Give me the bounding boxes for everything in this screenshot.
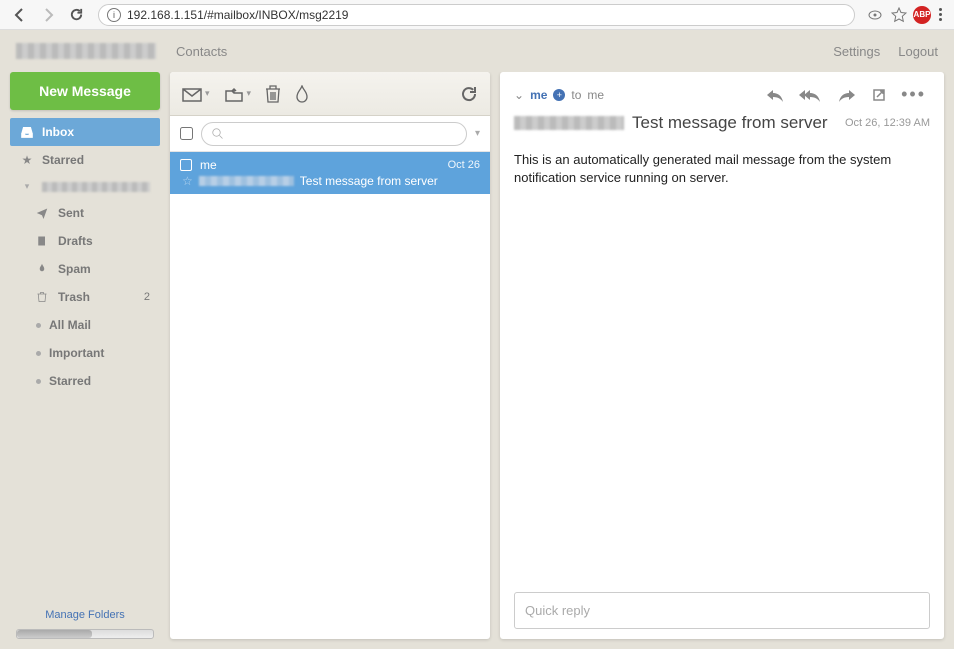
folder-label: [42, 182, 150, 192]
chevron-down-icon: ▾: [247, 88, 252, 99]
quick-reply-input[interactable]: Quick reply: [514, 592, 930, 629]
message-list-toolbar: ▾ ▾: [170, 72, 490, 116]
folder-label: Sent: [58, 206, 150, 220]
collapse-icon[interactable]: ⌄: [514, 88, 524, 102]
app-topnav: Contacts Settings Logout: [0, 30, 954, 72]
nav-settings[interactable]: Settings: [833, 44, 880, 59]
back-button[interactable]: [8, 3, 32, 27]
move-to-button[interactable]: ▾: [224, 86, 252, 102]
delete-button[interactable]: [265, 85, 281, 103]
reader-to-prefix: to: [571, 88, 581, 102]
sent-icon: [36, 207, 50, 219]
url-text: 192.168.1.151/#mailbox/INBOX/msg2219: [127, 8, 348, 22]
star-icon: ★: [20, 153, 34, 167]
main-layout: New Message Inbox ★ Starred ▾: [0, 72, 954, 649]
chevron-down-icon: ▾: [205, 88, 210, 99]
app-logo[interactable]: [16, 43, 156, 59]
address-bar[interactable]: i 192.168.1.151/#mailbox/INBOX/msg2219: [98, 4, 855, 26]
reader-subject-redacted: [514, 116, 624, 130]
message-from: me: [200, 158, 440, 172]
reader-subject-row: Test message from server Oct 26, 12:39 A…: [514, 113, 930, 133]
bullet-icon: [36, 379, 41, 384]
more-actions-button[interactable]: •••: [897, 82, 930, 107]
folder-count: 2: [144, 291, 150, 303]
mark-read-button[interactable]: ▾: [182, 86, 210, 102]
folder-label: Drafts: [58, 234, 150, 248]
reader-pane: ⌄ me + to me •••: [500, 72, 944, 639]
folder-label: Important: [49, 346, 150, 360]
adblock-icon[interactable]: ABP: [913, 6, 931, 24]
message-list-pane: ▾ ▾: [170, 72, 490, 639]
forward-button[interactable]: [833, 85, 861, 105]
bullet-icon: [36, 351, 41, 356]
star-icon[interactable]: ☆: [182, 174, 193, 188]
eye-icon[interactable]: [865, 5, 885, 25]
search-input[interactable]: [224, 127, 456, 141]
folder-list: Inbox ★ Starred ▾ Sent: [10, 118, 160, 603]
select-all-checkbox[interactable]: [180, 127, 193, 140]
spam-button[interactable]: [295, 85, 309, 103]
reader-header: ⌄ me + to me •••: [514, 82, 930, 107]
folder-label: Inbox: [42, 125, 150, 139]
info-icon[interactable]: i: [107, 8, 121, 22]
message-item[interactable]: me Oct 26 ☆ Test message from server: [170, 152, 490, 194]
browser-menu-button[interactable]: [935, 4, 946, 25]
reader-subject: Test message from server: [632, 113, 837, 133]
reader-to: me: [587, 88, 604, 102]
star-icon[interactable]: [889, 5, 909, 25]
spam-icon: [36, 263, 50, 275]
refresh-button[interactable]: [460, 85, 478, 103]
nav-logout[interactable]: Logout: [898, 44, 938, 59]
nav-contacts[interactable]: Contacts: [176, 44, 227, 59]
search-input-container[interactable]: [201, 122, 467, 146]
message-subject: Test message from server: [300, 174, 438, 188]
message-date: Oct 26: [448, 159, 480, 171]
open-window-button[interactable]: [867, 85, 891, 105]
folder-label: All Mail: [49, 318, 150, 332]
folder-all-mail[interactable]: All Mail: [10, 311, 160, 339]
folder-starred-sub[interactable]: Starred: [10, 367, 160, 395]
message-list-search-row: ▾: [170, 116, 490, 152]
folder-spam[interactable]: Spam: [10, 255, 160, 283]
chevron-icon: ▾: [20, 181, 34, 192]
folder-trash[interactable]: Trash 2: [10, 283, 160, 311]
folder-account[interactable]: ▾: [10, 174, 160, 199]
drafts-icon: [36, 235, 50, 247]
message-items: me Oct 26 ☆ Test message from server: [170, 152, 490, 639]
folder-label: Starred: [49, 374, 150, 388]
message-checkbox[interactable]: [180, 159, 192, 171]
manage-folders-link[interactable]: Manage Folders: [10, 603, 160, 627]
folder-label: Trash: [58, 290, 136, 304]
search-dropdown-icon[interactable]: ▾: [475, 128, 480, 139]
folder-starred[interactable]: ★ Starred: [10, 146, 160, 174]
reply-button[interactable]: [761, 85, 789, 105]
message-preview-redacted: [199, 176, 294, 186]
browser-toolbar: i 192.168.1.151/#mailbox/INBOX/msg2219 A…: [0, 0, 954, 30]
folder-inbox[interactable]: Inbox: [10, 118, 160, 146]
reload-button[interactable]: [64, 3, 88, 27]
inbox-icon: [20, 125, 34, 139]
reader-body: This is an automatically generated mail …: [514, 133, 930, 584]
trash-icon: [36, 291, 50, 303]
folder-label: Starred: [42, 153, 150, 167]
new-message-button[interactable]: New Message: [10, 72, 160, 110]
reader-from[interactable]: me: [530, 88, 547, 102]
search-icon: [212, 128, 224, 140]
reply-all-button[interactable]: [795, 85, 827, 105]
folder-important[interactable]: Important: [10, 339, 160, 367]
folder-drafts[interactable]: Drafts: [10, 227, 160, 255]
folder-label: Spam: [58, 262, 150, 276]
folder-sent[interactable]: Sent: [10, 199, 160, 227]
sidebar: New Message Inbox ★ Starred ▾: [10, 72, 160, 639]
app-container: Contacts Settings Logout New Message Inb…: [0, 30, 954, 649]
bullet-icon: [36, 323, 41, 328]
reader-date: Oct 26, 12:39 AM: [845, 117, 930, 129]
add-contact-icon[interactable]: +: [553, 89, 565, 101]
sidebar-scrollbar[interactable]: [16, 629, 154, 639]
forward-button[interactable]: [36, 3, 60, 27]
